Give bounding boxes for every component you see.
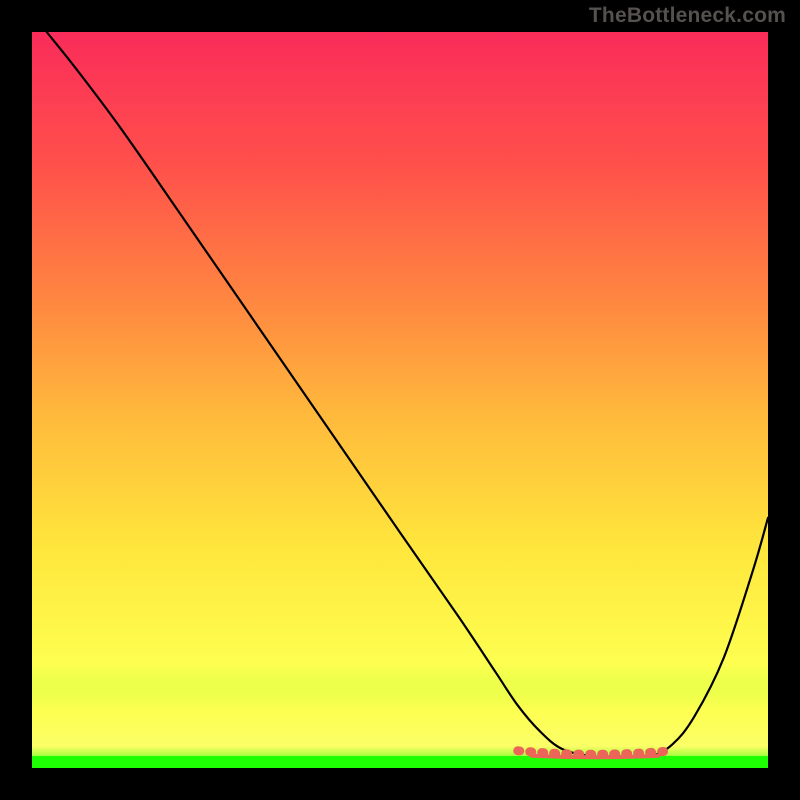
- chart-container: TheBottleneck.com: [0, 0, 800, 800]
- curve-layer: [32, 32, 768, 768]
- valley-line: [532, 756, 659, 758]
- plot-area: [32, 32, 768, 768]
- bottleneck-curve: [47, 32, 768, 757]
- valley-markers: [518, 751, 673, 755]
- watermark-text: TheBottleneck.com: [589, 4, 786, 28]
